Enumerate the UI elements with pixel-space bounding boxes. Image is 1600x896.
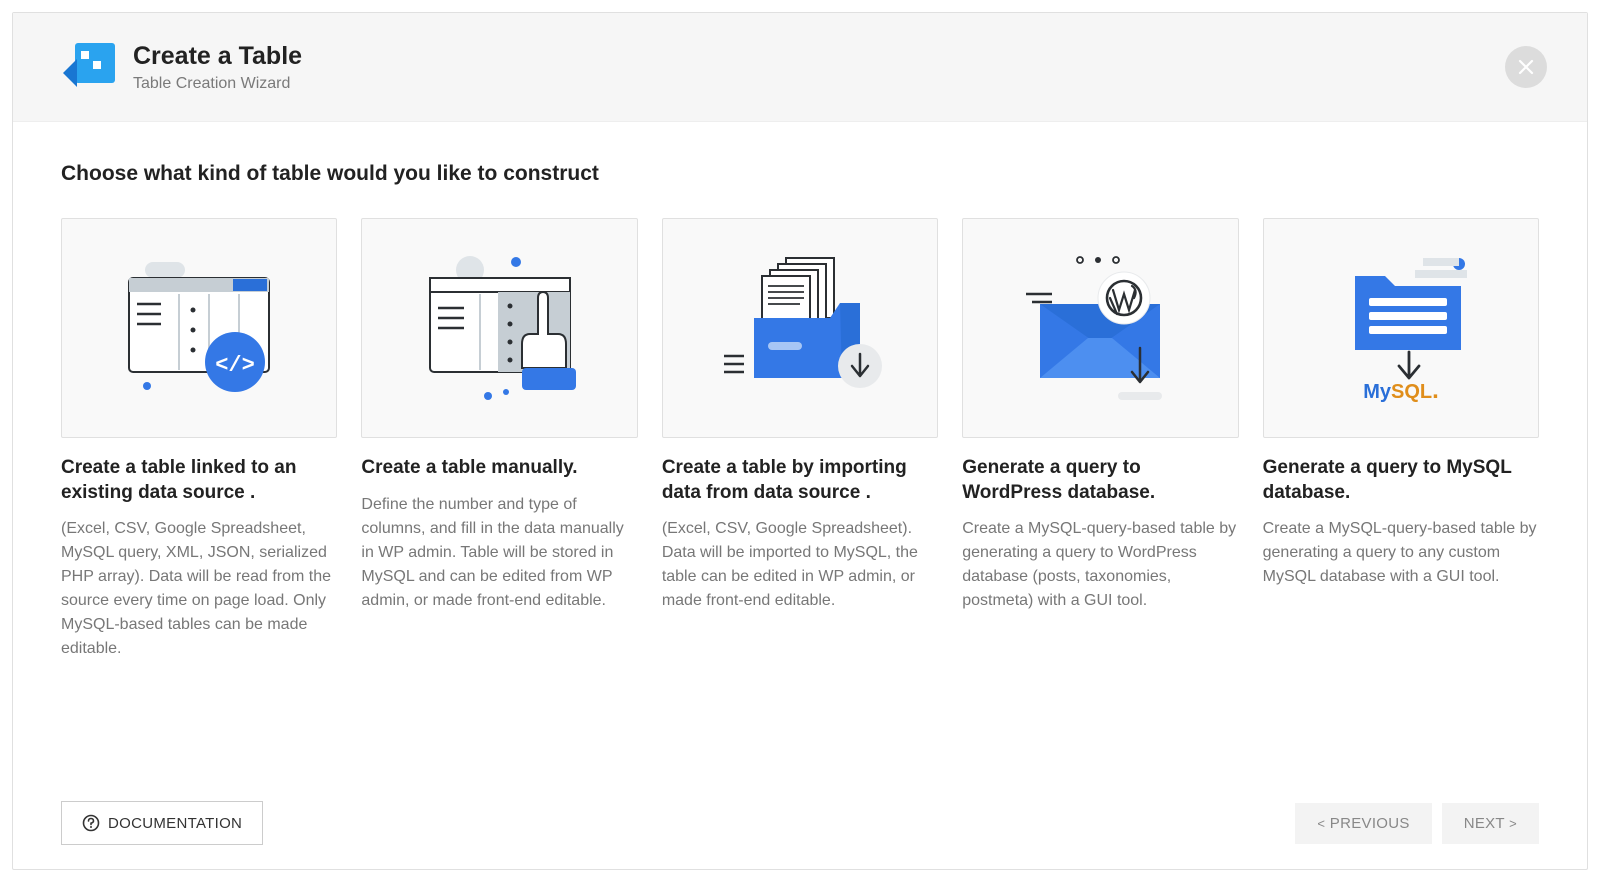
card-linked-source[interactable]: </> Create a table linked to an existing… [61, 218, 337, 661]
previous-label: PREVIOUS [1330, 815, 1410, 832]
wizard-footer: DOCUMENTATION < PREVIOUS NEXT > [13, 781, 1587, 869]
card-wordpress-query[interactable]: Generate a query to WordPress database. … [962, 218, 1238, 661]
documentation-label: DOCUMENTATION [108, 815, 242, 832]
previous-button[interactable]: < PREVIOUS [1295, 803, 1431, 844]
card-description: Create a MySQL-query-based table by gene… [1263, 517, 1539, 589]
header-titles: Create a Table Table Creation Wizard [133, 42, 302, 93]
wizard-panel: Create a Table Table Creation Wizard Cho… [12, 12, 1588, 870]
wizard-content: Choose what kind of table would you like… [13, 122, 1587, 781]
close-button[interactable] [1505, 46, 1547, 88]
chevron-right-icon: > [1509, 816, 1517, 831]
wizard-header: Create a Table Table Creation Wizard [13, 13, 1587, 122]
card-description: (Excel, CSV, Google Spreadsheet). Data w… [662, 517, 938, 613]
page-title: Create a Table [133, 42, 302, 71]
card-title: Create a table by importing data from da… [662, 456, 938, 505]
documentation-button[interactable]: DOCUMENTATION [61, 801, 263, 845]
card-mysql-query[interactable]: MySQL. Generate a query to MySQL databas… [1263, 218, 1539, 661]
nav-buttons: < PREVIOUS NEXT > [1295, 803, 1539, 844]
svg-text:MySQL.: MySQL. [1363, 377, 1439, 404]
card-title: Create a table manually. [361, 456, 637, 481]
close-icon [1518, 59, 1534, 75]
card-title: Generate a query to MySQL database. [1263, 456, 1539, 505]
card-linked-source-illustration: </> [61, 218, 337, 438]
card-row: </> Create a table linked to an existing… [61, 218, 1539, 661]
card-description: (Excel, CSV, Google Spreadsheet, MySQL q… [61, 517, 337, 661]
card-manual[interactable]: Create a table manually. Define the numb… [361, 218, 637, 661]
wizard-logo-icon [63, 41, 115, 93]
card-mysql-illustration: MySQL. [1263, 218, 1539, 438]
card-description: Define the number and type of columns, a… [361, 493, 637, 613]
chevron-left-icon: < [1317, 816, 1325, 831]
card-import[interactable]: Create a table by importing data from da… [662, 218, 938, 661]
card-manual-illustration [361, 218, 637, 438]
help-icon [82, 814, 100, 832]
svg-text:</>: </> [215, 353, 255, 378]
header-left: Create a Table Table Creation Wizard [63, 41, 302, 93]
card-wordpress-illustration [962, 218, 1238, 438]
card-title: Create a table linked to an existing dat… [61, 456, 337, 505]
card-description: Create a MySQL-query-based table by gene… [962, 517, 1238, 613]
next-button[interactable]: NEXT > [1442, 803, 1539, 844]
card-import-illustration [662, 218, 938, 438]
content-heading: Choose what kind of table would you like… [61, 162, 1539, 186]
page-subtitle: Table Creation Wizard [133, 75, 302, 93]
card-title: Generate a query to WordPress database. [962, 456, 1238, 505]
next-label: NEXT [1464, 815, 1505, 832]
